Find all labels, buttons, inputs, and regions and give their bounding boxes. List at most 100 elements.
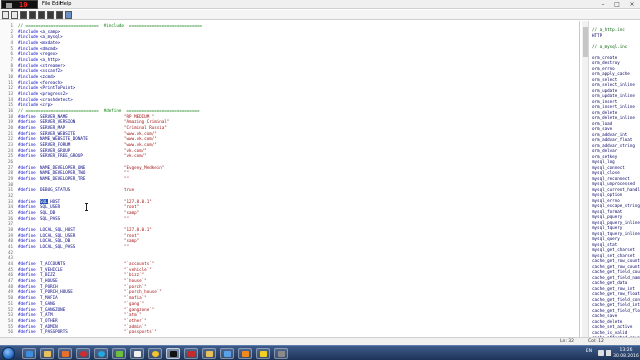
panel-function-item[interactable]: orm_addvar_string — [592, 143, 635, 148]
panel-function-item[interactable]: mysql_pquery_inline — [592, 220, 640, 225]
panel-function-item[interactable]: mysql_unprocessed — [592, 181, 635, 186]
code-line[interactable]: 10 #include <zcmd> — [0, 74, 579, 79]
code-line[interactable]: 54 #define T_OTHER "`other`" — [0, 318, 579, 323]
panel-function-item[interactable]: orm_destroy — [592, 60, 620, 65]
code-line[interactable]: 51 #define T_GANG "`gang`" — [0, 301, 579, 306]
panel-function-item[interactable]: orm_delete — [592, 110, 617, 115]
copy-icon[interactable] — [38, 11, 45, 19]
taskbar-app-utorrent-icon[interactable] — [112, 348, 126, 359]
panel-function-item[interactable]: orm_insert — [592, 99, 617, 104]
panel-function-item[interactable]: orm_select_inline — [592, 82, 635, 87]
code-line[interactable]: 40 #define LOCAL_SQL_DB "samp" — [0, 238, 579, 243]
taskbar-app-explorer-icon[interactable] — [40, 348, 54, 359]
panel-function-item[interactable]: cache_delete — [592, 319, 622, 324]
panel-function-item[interactable]: orm_errno — [592, 66, 615, 71]
code-line[interactable]: 55 #define T_ADMIN "`admin`" — [0, 324, 579, 329]
panel-function-item[interactable]: orm_select — [592, 77, 617, 82]
taskbar-app-chrome-icon[interactable] — [148, 348, 162, 359]
panel-function-item[interactable]: mysql_current_handle — [592, 187, 640, 192]
code-line[interactable]: 6 #include <regex> — [0, 51, 579, 56]
code-line[interactable]: 31 #define DEBUG_STATUS true — [0, 187, 579, 192]
taskbar-app-player-icon[interactable] — [130, 348, 144, 359]
panel-function-item[interactable]: mysql_option — [592, 192, 622, 197]
code-line[interactable]: 7 #include <a_http> — [0, 57, 579, 62]
panel-function-item[interactable]: cache_get_field_count — [592, 269, 640, 274]
panel-function-item[interactable]: cache_get_data — [592, 280, 627, 285]
maximize-icon[interactable]: □ — [612, 0, 622, 9]
minimize-icon[interactable]: – — [598, 0, 608, 9]
code-line[interactable]: 20 #define SERVER_MAP "Criminal Russia" — [0, 125, 579, 130]
code-line[interactable]: 28 #define NAME_DEVELOPER_TWO "" — [0, 170, 579, 175]
code-line[interactable]: 53 #define T_ATM "`atm`" — [0, 312, 579, 317]
paste-icon[interactable] — [47, 11, 54, 19]
code-line[interactable]: 14 #include <crashdetect> — [0, 97, 579, 102]
panel-function-item[interactable]: mysql_stat — [592, 242, 617, 247]
panel-function-item[interactable]: orm_load — [592, 121, 612, 126]
panel-function-item[interactable]: cache_get_row_count — [592, 258, 640, 263]
taskbar-app-photo-icon[interactable] — [220, 348, 234, 359]
panel-function-item[interactable]: orm_delvar — [592, 148, 617, 153]
code-line[interactable]: 4 #include <mxdate> — [0, 40, 579, 45]
code-line[interactable]: 48 #define T_PORCH "`porch`" — [0, 284, 579, 289]
code-line[interactable]: 9 #include <sscanf2> — [0, 68, 579, 73]
close-icon[interactable]: × — [627, 0, 637, 9]
tray-language[interactable]: EN — [584, 349, 594, 354]
panel-function-item[interactable]: mysql_connect — [592, 165, 625, 170]
panel-scrollbar[interactable] — [582, 21, 589, 345]
panel-function-item[interactable]: cache_get_field_float — [592, 308, 640, 313]
code-line[interactable]: 32 — [0, 193, 579, 198]
code-line[interactable]: 38 #define LOCAL_SQL_HOST "127.0.0.1" — [0, 227, 579, 232]
code-line[interactable]: 16 // ============================= #defi… — [0, 108, 579, 113]
panel-function-item[interactable]: orm_update_inline — [592, 93, 635, 98]
taskbar-app-skype-icon[interactable] — [94, 348, 108, 359]
code-line[interactable]: 24 #define SERVER_GROUP "vk.com/" — [0, 148, 579, 153]
panel-function-item[interactable]: mysql_close — [592, 170, 620, 175]
code-line[interactable]: 37 — [0, 221, 579, 226]
panel-function-item[interactable]: mysql_query — [592, 236, 620, 241]
code-line[interactable]: 46 #define T_BIZZ "`bizz`" — [0, 272, 579, 277]
panel-function-item[interactable]: orm_save — [592, 126, 612, 131]
panel-function-item[interactable]: orm_delete_inline — [592, 115, 635, 120]
panel-function-item[interactable]: orm_addvar_float — [592, 137, 632, 142]
undo-icon[interactable] — [56, 11, 63, 19]
panel-function-item[interactable]: mysql_escape_string — [592, 203, 640, 208]
panel-function-item[interactable]: cache_get_field_name — [592, 275, 640, 280]
code-line[interactable]: 26 — [0, 159, 579, 164]
panel-function-item[interactable]: mysql_log — [592, 159, 615, 164]
code-line[interactable]: 43 — [0, 255, 579, 260]
scrollbar-thumb[interactable] — [583, 27, 588, 57]
code-line[interactable]: 11 #include <foreach> — [0, 80, 579, 85]
panel-function-item[interactable]: mysql_tquery_inline — [592, 231, 640, 236]
code-line[interactable]: 21 #define SERVER_WEBSITE "www.vk.com/" — [0, 131, 579, 136]
panel-function-item[interactable]: cache_get_field_content — [592, 297, 640, 302]
panel-function-item[interactable]: cache_get_row_float — [592, 291, 640, 296]
panel-function-item[interactable]: mysql_format — [592, 209, 622, 214]
code-line[interactable]: 2 #include <a_samp> — [0, 29, 579, 34]
code-line[interactable]: 3 #include <a_mysql> — [0, 34, 579, 39]
taskbar-app-opera-icon[interactable] — [76, 348, 90, 359]
code-line[interactable]: 19 #define SERVER_VERSION "Amazing Criminal… — [0, 119, 579, 124]
code-line[interactable]: 56 #define T_PASSPORTS "`passports`" — [0, 329, 579, 334]
panel-function-item[interactable]: mysql_tquery — [592, 225, 622, 230]
panel-function-item[interactable]: mysql_set_charset — [592, 253, 635, 258]
code-line[interactable]: 36 #define SQL_PASS "" — [0, 216, 579, 221]
open-file-icon[interactable] — [11, 11, 18, 19]
code-line[interactable]: 15 #include <crp> — [0, 102, 579, 107]
panel-function-item[interactable]: orm_create — [592, 55, 617, 60]
code-line[interactable]: 50 #define T_MAFIA "`mafia`" — [0, 295, 579, 300]
panel-function-item[interactable]: mysql_pquery — [592, 214, 622, 219]
code-line[interactable]: 22 #define NAME_WEBSITE_DONATE "www.vk.com/… — [0, 136, 579, 141]
code-line[interactable]: 23 #define SERVER_FORUM "www.vk.com/" — [0, 142, 579, 147]
code-line[interactable]: 49 #define T_PORCH_HOUSE "`porch_house`" — [0, 289, 579, 294]
code-line[interactable]: 27 #define NAME_DEVELOPER_ONE "Evgeny_Medke… — [0, 165, 579, 170]
code-line[interactable]: 5 #include <dmcmd> — [0, 46, 579, 51]
code-line[interactable]: 13 #include <progress2> — [0, 91, 579, 96]
panel-function-item[interactable]: mysql_errno — [592, 198, 620, 203]
panel-function-item[interactable]: cache_set_active — [592, 324, 632, 329]
tray-date[interactable]: 30.08.2016 — [612, 354, 640, 359]
panel-function-item[interactable]: mysql_reconnect — [592, 176, 630, 181]
panel-function-item[interactable]: HTTP — [592, 33, 602, 38]
taskbar-app-folder-icon[interactable] — [202, 348, 216, 359]
panel-function-item[interactable]: cache_save — [592, 313, 617, 318]
code-line[interactable]: 52 #define T_GANGZONE "`gangzone`" — [0, 307, 579, 312]
